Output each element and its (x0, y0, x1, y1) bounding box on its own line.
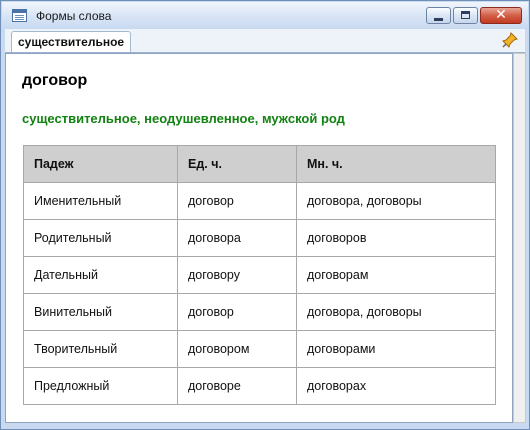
minimize-button[interactable] (426, 7, 451, 24)
plural-cell: договорах (296, 367, 496, 405)
table-row: Родительный договора договоров (23, 219, 496, 257)
singular-cell: договор (177, 182, 297, 220)
singular-cell: договора (177, 219, 297, 257)
plural-cell: договорам (296, 256, 496, 294)
singular-cell: договору (177, 256, 297, 294)
plural-cell: договора, договоры (296, 293, 496, 331)
case-cell: Именительный (23, 182, 178, 220)
headword: договор (22, 72, 88, 89)
singular-cell: договоре (177, 367, 297, 405)
close-icon: ✕ (495, 7, 507, 23)
declension-table: Падеж Ед. ч. Мн. ч. Именительный договор… (23, 145, 496, 405)
title-bar[interactable]: Формы слова ✕ (2, 2, 528, 29)
singular-cell: договор (177, 293, 297, 331)
table-row: Творительный договором договорами (23, 330, 496, 368)
window-title: Формы слова (36, 9, 112, 23)
maximize-icon (461, 11, 470, 19)
plural-cell: договоров (296, 219, 496, 257)
close-button[interactable]: ✕ (480, 7, 522, 24)
table-row: Предложный договоре договорах (23, 367, 496, 405)
header-case: Падеж (23, 145, 178, 183)
maximize-button[interactable] (453, 7, 478, 24)
singular-cell: договором (177, 330, 297, 368)
table-row: Винительный договор договора, договоры (23, 293, 496, 331)
table-row: Дательный договору договорам (23, 256, 496, 294)
table-row: Именительный договор договора, договоры (23, 182, 496, 220)
grammar-info: существительное, неодушевленное, мужской… (22, 111, 345, 126)
case-cell: Предложный (23, 367, 178, 405)
plural-cell: договора, договоры (296, 182, 496, 220)
pin-icon[interactable] (502, 32, 518, 48)
word-forms-panel: договор существительное, неодушевленное,… (5, 53, 513, 423)
app-window-icon (12, 9, 27, 22)
vertical-scrollbar[interactable] (513, 53, 526, 423)
word-forms-window: Формы слова ✕ существительное договор су… (0, 0, 530, 430)
case-cell: Творительный (23, 330, 178, 368)
case-cell: Дательный (23, 256, 178, 294)
table-header-row: Падеж Ед. ч. Мн. ч. (23, 145, 496, 183)
header-singular: Ед. ч. (177, 145, 297, 183)
case-cell: Винительный (23, 293, 178, 331)
plural-cell: договорами (296, 330, 496, 368)
case-cell: Родительный (23, 219, 178, 257)
tab-bar: существительное (5, 29, 525, 53)
minimize-icon (434, 18, 443, 21)
tab-noun[interactable]: существительное (11, 31, 132, 52)
header-plural: Мн. ч. (296, 145, 496, 183)
